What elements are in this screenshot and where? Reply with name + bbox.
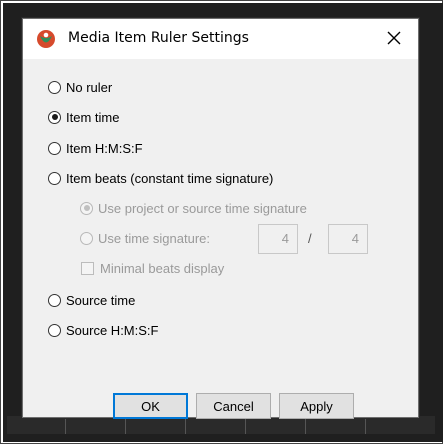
host-grid-line — [365, 416, 366, 434]
dialog-titlebar[interactable]: Media Item Ruler Settings — [23, 19, 418, 59]
radio-item-beats[interactable] — [48, 171, 61, 185]
numerator-value: 4 — [281, 231, 289, 246]
option-item-hmsf-label: Item H:M:S:F — [66, 140, 143, 156]
radio-use-project-signature[interactable] — [80, 201, 93, 215]
option-source-time-label: Source time — [66, 292, 136, 308]
option-no-ruler-label: No ruler — [66, 79, 113, 95]
screen: Media Item Ruler Settings No ruler Item … — [0, 0, 443, 444]
option-minimal-beats[interactable]: Minimal beats display — [81, 259, 224, 277]
apply-button[interactable]: Apply — [279, 393, 354, 419]
option-item-hmsf[interactable]: Item H:M:S:F — [48, 139, 143, 157]
option-use-time-signature-label: Use time signature: — [98, 230, 210, 246]
denominator-input[interactable]: 4 — [328, 224, 368, 254]
radio-item-hmsf[interactable] — [48, 141, 61, 155]
close-icon — [387, 31, 401, 45]
checkbox-minimal-beats[interactable] — [81, 261, 94, 275]
denominator-value: 4 — [351, 231, 359, 246]
option-item-time[interactable]: Item time — [48, 108, 119, 126]
option-use-project-signature-label: Use project or source time signature — [98, 200, 307, 216]
numerator-input[interactable]: 4 — [258, 224, 298, 254]
cancel-button[interactable]: Cancel — [196, 393, 271, 419]
option-item-time-label: Item time — [66, 109, 120, 125]
reaper-app-icon — [36, 29, 56, 49]
option-source-hmsf[interactable]: Source H:M:S:F — [48, 321, 158, 339]
option-source-hmsf-label: Source H:M:S:F — [66, 322, 159, 338]
radio-item-time[interactable] — [48, 110, 61, 124]
ruler-settings-dialog: Media Item Ruler Settings No ruler Item … — [22, 18, 419, 419]
time-signature-separator: / — [308, 231, 312, 246]
radio-source-hmsf[interactable] — [48, 323, 61, 337]
radio-source-time[interactable] — [48, 293, 61, 307]
option-source-time[interactable]: Source time — [48, 291, 135, 309]
close-button[interactable] — [374, 23, 414, 53]
option-item-beats[interactable]: Item beats (constant time signature) — [48, 169, 273, 187]
option-minimal-beats-label: Minimal beats display — [100, 260, 225, 276]
dialog-title: Media Item Ruler Settings — [68, 30, 249, 46]
radio-use-time-signature[interactable] — [80, 231, 93, 245]
option-no-ruler[interactable]: No ruler — [48, 78, 112, 96]
option-use-time-signature[interactable]: Use time signature: — [80, 229, 210, 247]
option-item-beats-label: Item beats (constant time signature) — [66, 170, 274, 186]
host-grid-line — [65, 416, 66, 434]
ok-button[interactable]: OK — [113, 393, 188, 419]
option-use-project-signature[interactable]: Use project or source time signature — [80, 199, 307, 217]
radio-no-ruler[interactable] — [48, 80, 61, 94]
